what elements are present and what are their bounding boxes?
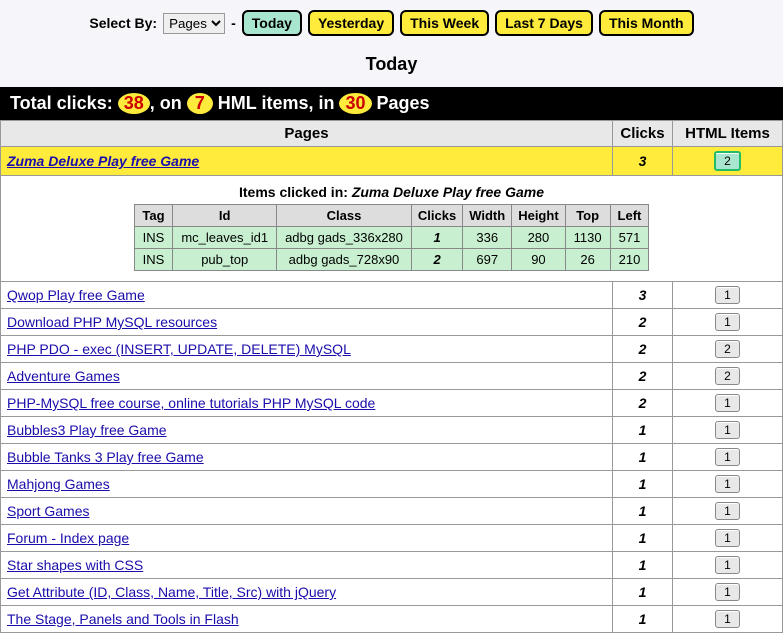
total-clicks-badge: 38 (118, 93, 150, 114)
html-items-button[interactable]: 1 (715, 313, 740, 331)
detail-col: Height (512, 205, 565, 227)
page-link[interactable]: Bubble Tanks 3 Play free Game (7, 449, 204, 465)
table-row: Forum - Index page 1 1 (1, 525, 783, 552)
yesterday-button[interactable]: Yesterday (308, 10, 394, 36)
select-by-dropdown[interactable]: Pages (163, 13, 225, 34)
html-items-button[interactable]: 1 (715, 529, 740, 547)
html-items-button[interactable]: 1 (715, 448, 740, 466)
detail-col: Width (463, 205, 512, 227)
detail-table-row: INSmc_leaves_id1adbg gads_336x2801336280… (134, 227, 649, 249)
page-link[interactable]: Download PHP MySQL resources (7, 314, 217, 330)
html-items-button[interactable]: 2 (715, 340, 740, 358)
clicks-value: 1 (613, 471, 673, 498)
clicks-value: 2 (613, 336, 673, 363)
detail-col: Top (565, 205, 610, 227)
table-row: Get Attribute (ID, Class, Name, Title, S… (1, 579, 783, 606)
html-items-button[interactable]: 1 (715, 421, 740, 439)
table-row: Qwop Play free Game 3 1 (1, 282, 783, 309)
this-month-button[interactable]: This Month (599, 10, 694, 36)
table-row: PHP-MySQL free course, online tutorials … (1, 390, 783, 417)
page-link[interactable]: Zuma Deluxe Play free Game (7, 153, 199, 169)
this-week-button[interactable]: This Week (400, 10, 489, 36)
page-link[interactable]: Get Attribute (ID, Class, Name, Title, S… (7, 584, 336, 600)
clicks-value: 2 (613, 309, 673, 336)
html-items-button[interactable]: 2 (714, 151, 741, 171)
page-title: Today (0, 46, 783, 87)
detail-table-row: INSpub_topadbg gads_728x9026979026210 (134, 249, 649, 271)
detail-col: Tag (134, 205, 173, 227)
table-row: PHP PDO - exec (INSERT, UPDATE, DELETE) … (1, 336, 783, 363)
page-link[interactable]: Adventure Games (7, 368, 120, 384)
today-button[interactable]: Today (242, 10, 302, 36)
last-7-days-button[interactable]: Last 7 Days (495, 10, 593, 36)
page-link[interactable]: Qwop Play free Game (7, 287, 145, 303)
detail-table: TagIdClassClicksWidthHeightTopLeft INSmc… (134, 204, 650, 271)
clicks-value: 3 (613, 147, 673, 176)
page-link[interactable]: PHP PDO - exec (INSERT, UPDATE, DELETE) … (7, 341, 351, 357)
html-items-button[interactable]: 1 (715, 475, 740, 493)
table-row: Download PHP MySQL resources 2 1 (1, 309, 783, 336)
page-link[interactable]: PHP-MySQL free course, online tutorials … (7, 395, 375, 411)
table-row-expanded: Zuma Deluxe Play free Game 3 2 (1, 147, 783, 176)
detail-col: Left (610, 205, 649, 227)
table-row: Bubble Tanks 3 Play free Game 1 1 (1, 444, 783, 471)
hml-items-badge: 7 (187, 93, 213, 114)
detail-col: Id (173, 205, 277, 227)
filter-bar: Select By: Pages - Today Yesterday This … (0, 0, 783, 46)
detail-col: Class (277, 205, 412, 227)
detail-row: Items clicked in: Zuma Deluxe Play free … (1, 176, 783, 282)
clicks-value: 2 (613, 363, 673, 390)
clicks-value: 3 (613, 282, 673, 309)
clicks-value: 1 (613, 525, 673, 552)
table-row: Star shapes with CSS 1 1 (1, 552, 783, 579)
html-items-button[interactable]: 1 (715, 286, 740, 304)
html-items-button[interactable]: 2 (715, 367, 740, 385)
clicks-value: 1 (613, 579, 673, 606)
clicks-value: 1 (613, 417, 673, 444)
clicks-value: 1 (613, 552, 673, 579)
col-html-items: HTML Items (673, 121, 783, 147)
table-row: Mahjong Games 1 1 (1, 471, 783, 498)
html-items-button[interactable]: 1 (715, 556, 740, 574)
clicks-value: 1 (613, 498, 673, 525)
pages-badge: 30 (339, 93, 371, 114)
col-clicks: Clicks (613, 121, 673, 147)
html-items-button[interactable]: 1 (715, 610, 740, 628)
table-row: The Stage, Panels and Tools in Flash 1 1 (1, 606, 783, 633)
col-pages: Pages (1, 121, 613, 147)
table-row: Bubbles3 Play free Game 1 1 (1, 417, 783, 444)
page-link[interactable]: Star shapes with CSS (7, 557, 143, 573)
page-link[interactable]: Bubbles3 Play free Game (7, 422, 167, 438)
clicks-value: 1 (613, 606, 673, 633)
clicks-value: 1 (613, 444, 673, 471)
select-by-label: Select By: (89, 15, 157, 31)
html-items-button[interactable]: 1 (715, 583, 740, 601)
html-items-button[interactable]: 1 (715, 394, 740, 412)
separator-dash: - (231, 15, 236, 31)
summary-bar: Total clicks: 38, on 7 HML items, in 30 … (0, 87, 783, 120)
pages-table: Pages Clicks HTML Items Zuma Deluxe Play… (0, 120, 783, 633)
page-link[interactable]: Mahjong Games (7, 476, 110, 492)
page-link[interactable]: Sport Games (7, 503, 89, 519)
html-items-button[interactable]: 1 (715, 502, 740, 520)
table-row: Sport Games 1 1 (1, 498, 783, 525)
clicks-value: 2 (613, 390, 673, 417)
detail-header: Items clicked in: Zuma Deluxe Play free … (7, 180, 776, 204)
page-link[interactable]: Forum - Index page (7, 530, 129, 546)
detail-col: Clicks (411, 205, 462, 227)
page-link[interactable]: The Stage, Panels and Tools in Flash (7, 611, 239, 627)
table-row: Adventure Games 2 2 (1, 363, 783, 390)
